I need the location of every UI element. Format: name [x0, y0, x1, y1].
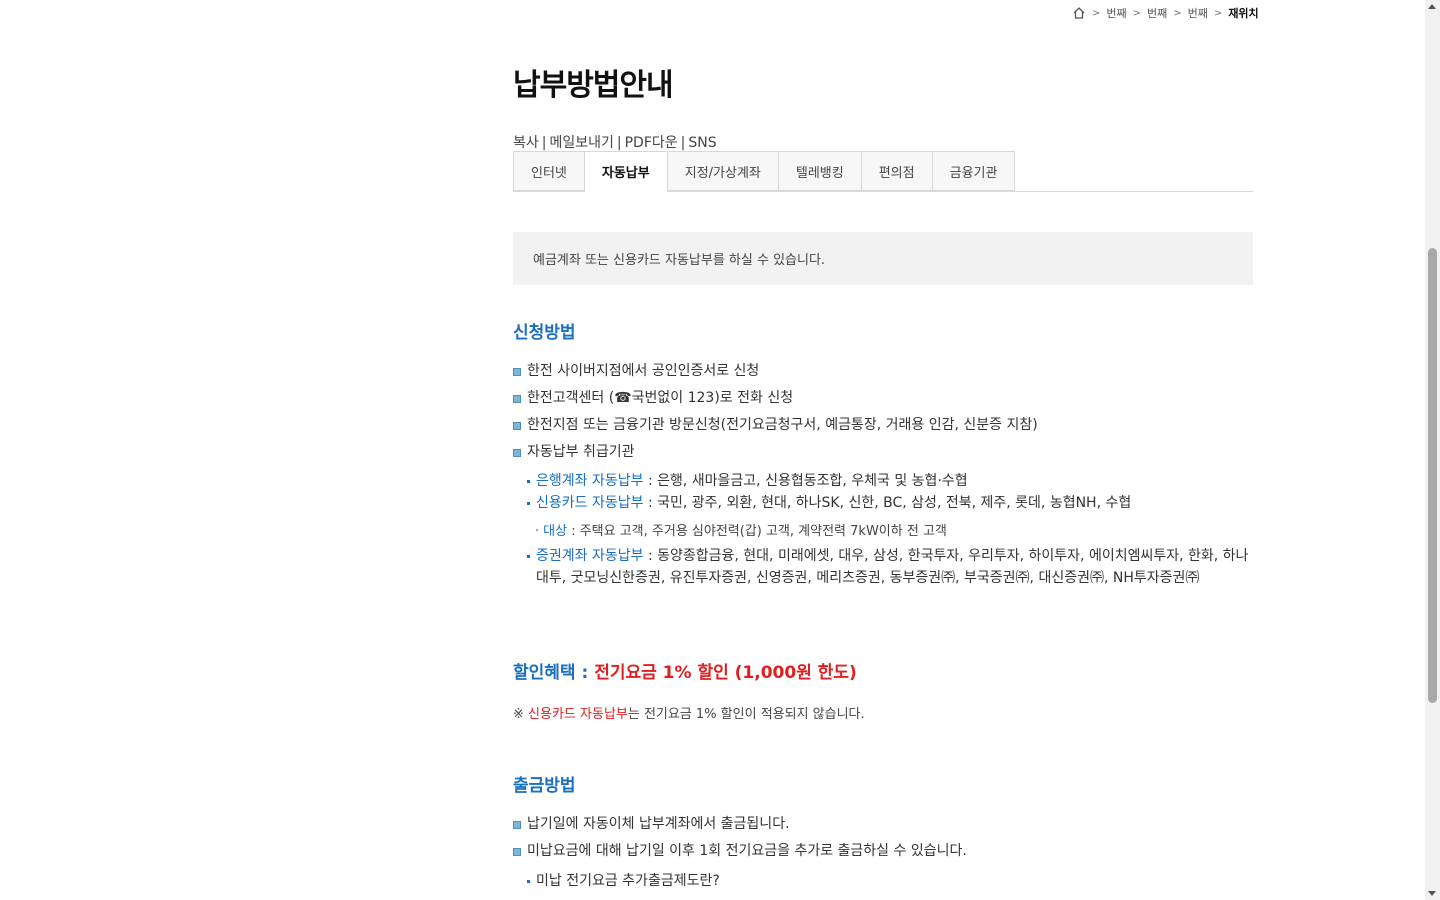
notice-box: 예금계좌 또는 신용카드 자동납부를 하실 수 있습니다. — [513, 232, 1253, 285]
list-item: 자동납부 취급기관 — [513, 439, 1253, 466]
page-title: 납부방법안내 — [513, 68, 674, 103]
dot-bullet-icon — [527, 880, 530, 883]
pdf-download-link[interactable]: PDF다운 — [625, 135, 678, 151]
apply-list: 한전 사이버지점에서 공인인증서로 신청 한전고객센터 (☎국번없이 123)로… — [513, 358, 1253, 466]
breadcrumb-current: 재위치 — [1228, 7, 1259, 20]
list-item: 미납요금에 대해 납기일 이후 1회 전기요금을 추가로 출금하실 수 있습니다… — [513, 838, 1253, 865]
institution-list-securities: 증권계좌 자동납부 : 동양종합금융, 현대, 미래에셋, 대우, 삼성, 한국… — [527, 545, 1253, 589]
section-title-withdraw: 출금방법 — [513, 776, 576, 796]
square-bullet-icon — [513, 422, 521, 430]
chevron-right-icon: > — [1213, 7, 1223, 19]
target-note: · 대상 : 주택요 고객, 주거용 심야전력(갑) 고객, 계약전력 7kW이하… — [535, 520, 947, 539]
list-item: 납기일에 자동이체 납부계좌에서 출금됩니다. — [513, 811, 1253, 838]
list-item[interactable]: 미납 전기요금 추가출금제도란? — [527, 870, 1253, 892]
scrollbar-thumb[interactable] — [1428, 248, 1437, 703]
middle-dot-icon: · — [535, 524, 540, 539]
discount-benefit: 할인혜택 : 전기요금 1% 할인 (1,000원 한도) — [513, 658, 857, 683]
discount-label: 할인혜택 : — [513, 663, 589, 683]
breadcrumb-item[interactable]: 번째 — [1188, 5, 1208, 21]
dot-bullet-icon — [527, 502, 530, 505]
square-bullet-icon — [513, 848, 521, 856]
tab-auto-payment[interactable]: 자동납부 — [584, 151, 668, 192]
sns-link[interactable]: SNS — [688, 135, 716, 151]
institution-label: 신용카드 자동납부 — [536, 495, 644, 511]
dot-bullet-icon — [527, 555, 530, 558]
tab-virtual-account[interactable]: 지정/가상계좌 — [667, 151, 779, 191]
notice-text: 예금계좌 또는 신용카드 자동납부를 하실 수 있습니다. — [533, 253, 826, 268]
note-text: 는 전기요금 1% 할인이 적용되지 않습니다. — [627, 707, 865, 722]
breadcrumb-item[interactable]: 번째 — [1106, 5, 1126, 21]
institution-text: : 동양종합금융, 현대, 미래에셋, 대우, 삼성, 한국투자, 우리투자, … — [536, 548, 1249, 586]
square-bullet-icon — [513, 368, 521, 376]
tab-telebanking[interactable]: 텔레뱅킹 — [778, 151, 862, 191]
list-item: 한전지점 또는 금융기관 방문신청(전기요금청구서, 예금통장, 거래용 인감,… — [513, 412, 1253, 439]
list-item-text: 납기일에 자동이체 납부계좌에서 출금됩니다. — [527, 816, 790, 832]
breadcrumb: > 번째 > 번째 > 번째 > 재위치 — [1072, 5, 1259, 21]
chevron-right-icon: > — [1092, 7, 1101, 19]
list-item-text: 미납요금에 대해 납기일 이후 1회 전기요금을 추가로 출금하실 수 있습니다… — [527, 843, 967, 859]
list-item: 한전고객센터 (☎국번없이 123)로 전화 신청 — [513, 385, 1253, 412]
institution-label: 증권계좌 자동납부 — [536, 548, 644, 564]
square-bullet-icon — [513, 821, 521, 829]
chevron-right-icon: > — [1132, 7, 1142, 19]
institution-label: 은행계좌 자동납부 — [536, 473, 644, 489]
vertical-scrollbar[interactable] — [1425, 0, 1440, 900]
dot-bullet-icon — [527, 480, 530, 483]
list-item-text: 한전지점 또는 금융기관 방문신청(전기요금청구서, 예금통장, 거래용 인감,… — [527, 417, 1038, 433]
mail-link[interactable]: 메일보내기 — [549, 135, 613, 151]
home-icon[interactable] — [1072, 6, 1086, 20]
institution-securities: 증권계좌 자동납부 : 동양종합금융, 현대, 미래에셋, 대우, 삼성, 한국… — [527, 545, 1253, 589]
tab-convenience-store[interactable]: 편의점 — [861, 151, 933, 191]
chevron-right-icon: > — [1173, 7, 1182, 19]
list-item-text: 한전 사이버지점에서 공인인증서로 신청 — [527, 363, 760, 379]
square-bullet-icon — [513, 395, 521, 403]
list-item-text: 한전고객센터 (☎국번없이 123)로 전화 신청 — [527, 390, 794, 406]
section-title-apply: 신청방법 — [513, 323, 576, 343]
separator: | — [616, 135, 622, 151]
payment-tabs: 인터넷 자동납부 지정/가상계좌 텔레뱅킹 편의점 금융기관 — [513, 151, 1253, 192]
scroll-down-icon[interactable] — [1428, 891, 1436, 896]
note-prefix: ※ — [513, 707, 524, 722]
square-bullet-icon — [513, 449, 521, 457]
discount-value: 전기요금 1% 할인 (1,000원 한도) — [594, 663, 857, 683]
share-bar: 복사 | 메일보내기 | PDF다운 | SNS — [513, 132, 717, 152]
tab-financial-institution[interactable]: 금융기관 — [932, 151, 1016, 191]
list-item-text: 자동납부 취급기관 — [527, 444, 635, 460]
note-highlight: 신용카드 자동납부 — [528, 707, 628, 722]
discount-note: ※ 신용카드 자동납부는 전기요금 1% 할인이 적용되지 않습니다. — [513, 703, 865, 722]
sub-item-text: 미납 전기요금 추가출금제도란? — [536, 873, 720, 889]
institution-text: : 국민, 광주, 외환, 현대, 하나SK, 신한, BC, 삼성, 전북, … — [643, 495, 1132, 511]
scroll-up-icon[interactable] — [1428, 4, 1436, 9]
institution-list: 은행계좌 자동납부 : 은행, 새마을금고, 신용협동조합, 우체국 및 농협·… — [527, 470, 1253, 514]
target-text: : 주택요 고객, 주거용 심야전력(갑) 고객, 계약전력 7kW이하 전 고… — [567, 524, 947, 539]
copy-link[interactable]: 복사 — [513, 135, 539, 151]
breadcrumb-item[interactable]: 번째 — [1147, 5, 1167, 21]
institution-card: 신용카드 자동납부 : 국민, 광주, 외환, 현대, 하나SK, 신한, BC… — [527, 492, 1253, 514]
withdraw-list: 납기일에 자동이체 납부계좌에서 출금됩니다. 미납요금에 대해 납기일 이후 … — [513, 811, 1253, 865]
separator: | — [541, 135, 547, 151]
tab-internet[interactable]: 인터넷 — [513, 151, 585, 191]
institution-text: : 은행, 새마을금고, 신용협동조합, 우체국 및 농협·수협 — [643, 473, 968, 489]
withdraw-sub-list: 미납 전기요금 추가출금제도란? — [527, 870, 1253, 892]
target-label: 대상 — [543, 524, 568, 539]
separator: | — [680, 135, 686, 151]
list-item: 한전 사이버지점에서 공인인증서로 신청 — [513, 358, 1253, 385]
institution-bank: 은행계좌 자동납부 : 은행, 새마을금고, 신용협동조합, 우체국 및 농협·… — [527, 470, 1253, 492]
